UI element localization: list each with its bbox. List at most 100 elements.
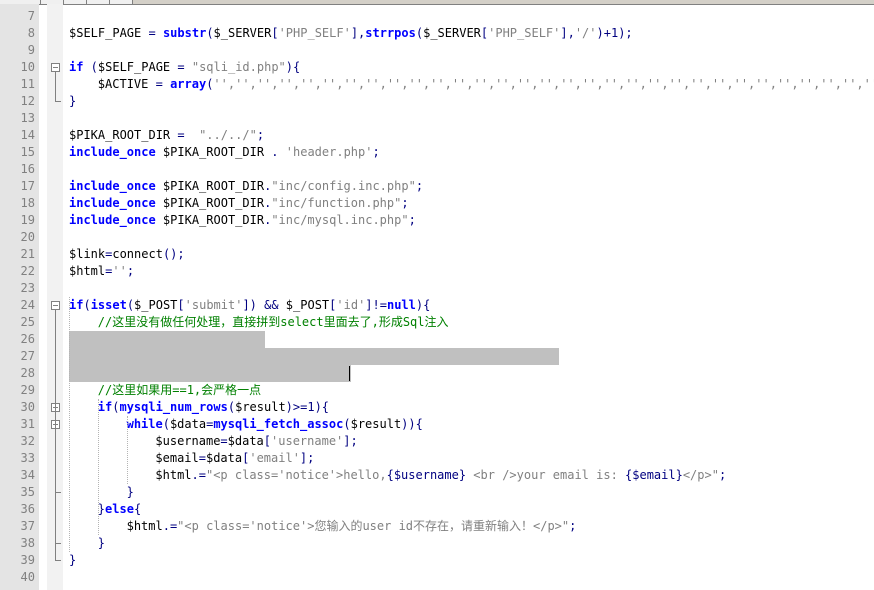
line-number: 28	[20, 366, 35, 380]
code-token: ;	[718, 468, 727, 482]
code-line[interactable]: 25 //这里没有做任何处理，直接拼到select里面去了,形成Sql注入	[0, 314, 874, 331]
code-line[interactable]: 13	[0, 110, 874, 127]
code-line[interactable]: 29 //这里如果用==1,会严格一点	[0, 382, 874, 399]
code-token: (	[206, 26, 214, 40]
file-tab[interactable]	[64, 0, 87, 4]
line-number: 29	[20, 383, 35, 397]
line-number: 18	[20, 196, 35, 210]
code-token: null	[386, 298, 416, 312]
code-text: //这里如果用==1,会严格一点	[98, 382, 261, 399]
code-line[interactable]: 35}	[0, 484, 874, 501]
code-token: (	[83, 60, 98, 74]
code-line[interactable]: 24 if(isset($_POST['submit']) && $_POST['…	[0, 297, 874, 314]
code-token: "inc/config.inc.php"	[271, 179, 416, 193]
code-text: include_once $PIKA_ROOT_DIR . 'header.ph…	[69, 144, 380, 161]
code-line[interactable]: 21 $link=connect();	[0, 246, 874, 263]
code-token: array	[170, 77, 207, 91]
code-line[interactable]: 23	[0, 280, 874, 297]
code-text: }	[69, 93, 76, 110]
code-token: ;	[569, 519, 577, 533]
line-number: 19	[20, 213, 35, 227]
code-line[interactable]: 9	[0, 42, 874, 59]
code-token: include_once	[69, 196, 156, 210]
code-line[interactable]: 18 include_once $PIKA_ROOT_DIR."inc/funct…	[0, 195, 874, 212]
code-token: $ACTIVE	[97, 77, 156, 91]
file-tab[interactable]	[110, 0, 133, 4]
code-token: $data	[169, 417, 207, 431]
code-line[interactable]: 12}	[0, 93, 874, 110]
code-token: "inc/mysql.inc.php"	[271, 213, 409, 227]
code-token: "../../"	[199, 128, 257, 142]
code-token: $html	[126, 519, 163, 533]
code-token: "<p class='notice'>hello,	[205, 468, 387, 482]
code-line[interactable]: 33 $email=$data['email'];	[0, 450, 874, 467]
code-line[interactable]: 11 $ACTIVE = array('','','','','','','','…	[0, 76, 874, 93]
code-text: $html.="<p class='notice'>hello,{$userna…	[155, 467, 726, 484]
code-line[interactable]: 36}else{	[0, 501, 874, 518]
code-line[interactable]: 7	[0, 8, 874, 25]
code-line[interactable]: 34 $html.="<p class='notice'>hello,{$user…	[0, 467, 874, 484]
code-text: if ($SELF_PAGE = "sqli_id.php"){	[69, 59, 300, 76]
code-line[interactable]: 10 if ($SELF_PAGE = "sqli_id.php"){	[0, 59, 874, 76]
code-token: ){	[415, 298, 431, 312]
code-token: $html	[155, 468, 192, 482]
code-token: ;	[126, 264, 135, 278]
indent-guide	[69, 297, 70, 552]
line-number: 7	[27, 9, 35, 23]
code-line[interactable]: 8 $SELF_PAGE = substr($_SERVER['PHP_SELF'…	[0, 25, 874, 42]
code-text: //这里没有做任何处理，直接拼到select里面去了,形成Sql注入	[98, 314, 449, 331]
code-text: $html.="<p class='notice'>您输入的user id不存在…	[127, 518, 577, 535]
tab-bar	[0, 0, 874, 5]
code-token: ],	[560, 26, 575, 40]
code-line[interactable]: 19 include_once $PIKA_ROOT_DIR."inc/mysql…	[0, 212, 874, 229]
code-text: $SELF_PAGE = substr($_SERVER['PHP_SELF']…	[69, 25, 633, 42]
code-token: ;	[372, 145, 380, 159]
code-text: include_once $PIKA_ROOT_DIR."inc/mysql.i…	[69, 212, 416, 229]
code-line[interactable]: 16	[0, 161, 874, 178]
code-line[interactable]: 20	[0, 229, 874, 246]
code-token: {$username}	[386, 468, 467, 482]
fold-end	[55, 560, 61, 561]
code-editor[interactable]: 7 8 $SELF_PAGE = substr($_SERVER['PHP_SELF…	[0, 0, 874, 590]
code-token: if	[69, 298, 84, 312]
text-caret	[349, 366, 350, 381]
line-number: 8	[27, 26, 35, 40]
code-line[interactable]: 22 $html='';	[0, 263, 874, 280]
code-text: $ACTIVE = array('','','','','','','','',…	[98, 76, 874, 93]
code-token: $result	[350, 417, 402, 431]
code-line[interactable]: 38}	[0, 535, 874, 552]
code-line[interactable]: 32 $username=$data['username'];	[0, 433, 874, 450]
code-token: ;	[415, 179, 424, 193]
code-token: (	[83, 298, 91, 312]
line-number: 26	[20, 332, 35, 346]
code-token: $username	[155, 434, 221, 448]
code-line[interactable]: 15 include_once $PIKA_ROOT_DIR . 'header.…	[0, 144, 874, 161]
code-token: $SELF_PAGE	[69, 26, 149, 40]
code-token: =	[177, 128, 185, 142]
code-token: $result	[235, 400, 286, 414]
code-token: {	[133, 502, 142, 516]
file-tab[interactable]	[87, 0, 110, 4]
code-line[interactable]: 30 if(mysqli_num_rows($result)>=1){	[0, 399, 874, 416]
line-number: 37	[20, 519, 35, 533]
line-number: 20	[20, 230, 35, 244]
code-token: 'username'	[271, 434, 344, 448]
code-token: 'PHP_SELF'	[488, 26, 561, 40]
code-token: if	[69, 60, 84, 74]
fold-end	[55, 543, 61, 544]
line-number: 34	[20, 468, 35, 482]
code-line[interactable]: 37 $html.="<p class='notice'>您输入的user id不…	[0, 518, 874, 535]
code-text: }	[127, 484, 134, 501]
code-token: (	[162, 417, 170, 431]
code-token: }	[97, 536, 106, 550]
code-line[interactable]: 17 include_once $PIKA_ROOT_DIR."inc/confi…	[0, 178, 874, 195]
code-token: mysqli_num_rows	[119, 400, 228, 414]
code-line[interactable]: 40	[0, 569, 874, 586]
code-line[interactable]: 39}	[0, 552, 874, 569]
code-line[interactable]: 14 $PIKA_ROOT_DIR = "../../";	[0, 127, 874, 144]
code-line[interactable]: 31 while($data=mysqli_fetch_assoc($result…	[0, 416, 874, 433]
line-number: 12	[20, 94, 35, 108]
code-token: '/'	[574, 26, 597, 40]
